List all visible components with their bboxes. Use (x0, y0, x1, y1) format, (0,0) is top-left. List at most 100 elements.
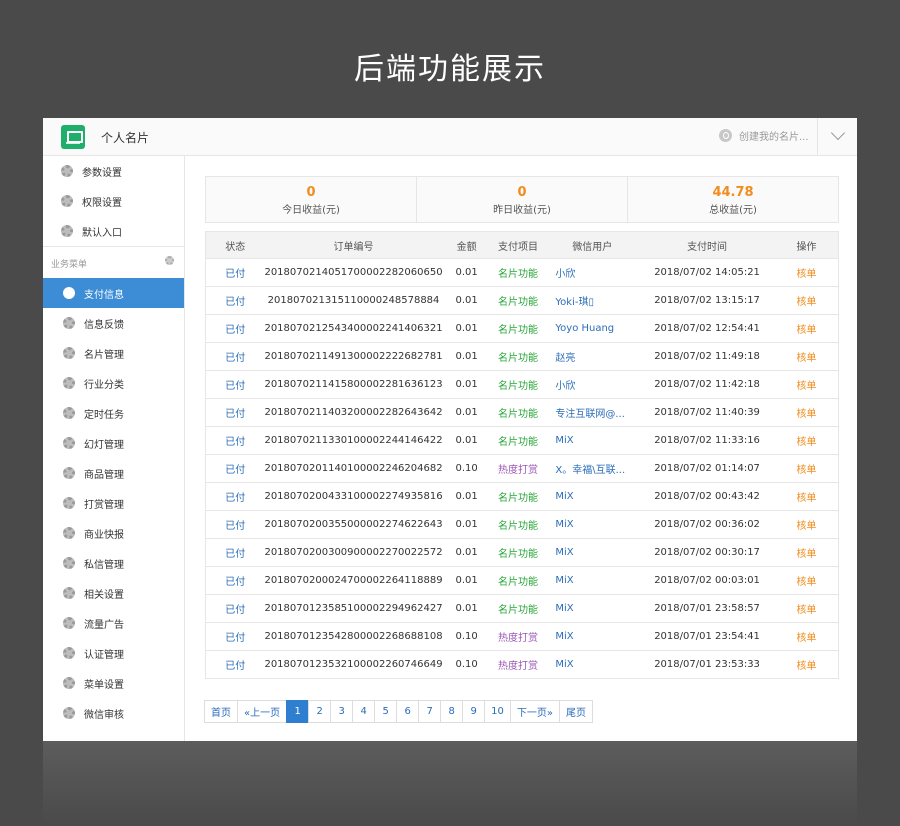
verify-button[interactable]: 核单 (774, 454, 839, 483)
sidebar-divider (43, 246, 184, 247)
sidebar-item[interactable]: 信息反馈 (43, 308, 184, 338)
wechat-user-link[interactable]: MiX (545, 566, 640, 595)
pay-item: 名片功能 (490, 258, 546, 287)
page-button[interactable]: 3 (330, 700, 354, 723)
sidebar-item[interactable]: 打赏管理 (43, 488, 184, 518)
status-link[interactable]: 已付 (205, 566, 265, 595)
status-link[interactable]: 已付 (205, 258, 265, 287)
verify-button[interactable]: 核单 (774, 286, 839, 315)
status-link[interactable]: 已付 (205, 314, 265, 343)
wechat-user-link[interactable]: MiX (545, 622, 640, 651)
verify-button[interactable]: 核单 (774, 370, 839, 399)
status-link[interactable]: 已付 (205, 510, 265, 539)
stat-value: 44.78 (712, 185, 754, 200)
wechat-user-link[interactable]: 专注互联网@... (545, 398, 640, 427)
wechat-user-link[interactable]: 小欣 (545, 258, 640, 287)
wechat-user-link[interactable]: MiX (545, 426, 640, 455)
order-number: 2018070123542800002268688108 (264, 622, 443, 651)
page-button[interactable]: 5 (374, 700, 398, 723)
status-link[interactable]: 已付 (205, 454, 265, 483)
gear-icon[interactable] (165, 256, 174, 265)
sidebar-item[interactable]: 幻灯管理 (43, 428, 184, 458)
verify-button[interactable]: 核单 (774, 594, 839, 623)
page-button[interactable]: 7 (418, 700, 442, 723)
page-button[interactable]: 2 (308, 700, 332, 723)
sidebar-item[interactable]: 参数设置 (43, 156, 184, 186)
verify-button[interactable]: 核单 (774, 482, 839, 511)
status-link[interactable]: 已付 (205, 342, 265, 371)
sidebar-item[interactable]: 商业快报 (43, 518, 184, 548)
verify-button[interactable]: 核单 (774, 342, 839, 371)
sidebar-item-label: 认证管理 (84, 649, 124, 661)
page-button[interactable]: 尾页 (558, 700, 593, 723)
status-link[interactable]: 已付 (205, 538, 265, 567)
sidebar-item[interactable]: 行业分类 (43, 368, 184, 398)
wechat-user-link[interactable]: Yoki-琪▯ (545, 286, 640, 315)
sidebar-item[interactable]: 微信审核 (43, 698, 184, 728)
verify-button[interactable]: 核单 (774, 314, 839, 343)
pay-item: 名片功能 (490, 286, 546, 315)
verify-button[interactable]: 核单 (774, 566, 839, 595)
verify-button[interactable]: 核单 (774, 650, 839, 679)
page-button[interactable]: 首页 (204, 700, 238, 723)
status-link[interactable]: 已付 (205, 594, 265, 623)
column-header: 金额 (442, 231, 491, 259)
status-link[interactable]: 已付 (205, 622, 265, 651)
sidebar-item-label: 参数设置 (82, 167, 122, 179)
status-link[interactable]: 已付 (205, 426, 265, 455)
chevron-down-icon[interactable] (830, 125, 846, 141)
pay-item: 热度打赏 (490, 650, 546, 679)
stat-label: 昨日收益(元) (493, 205, 551, 216)
sidebar-item[interactable]: 认证管理 (43, 638, 184, 668)
wechat-user-link[interactable]: MiX (545, 650, 640, 679)
status-link[interactable]: 已付 (205, 286, 265, 315)
sidebar-item[interactable]: 权限设置 (43, 186, 184, 216)
status-link[interactable]: 已付 (205, 370, 265, 399)
page-button[interactable]: 4 (352, 700, 376, 723)
status-link[interactable]: 已付 (205, 650, 265, 679)
verify-button[interactable]: 核单 (774, 426, 839, 455)
sidebar-item[interactable]: 名片管理 (43, 338, 184, 368)
amount: 0.01 (442, 426, 491, 455)
gear-icon (63, 707, 75, 719)
amount: 0.01 (442, 538, 491, 567)
amount: 0.10 (442, 650, 491, 679)
create-card-link[interactable]: 创建我的名片... (719, 128, 809, 143)
sidebar-item[interactable]: 私信管理 (43, 548, 184, 578)
sidebar-item[interactable]: 默认入口 (43, 216, 184, 246)
wechat-user-link[interactable]: MiX (545, 594, 640, 623)
sidebar-item[interactable]: 商品管理 (43, 458, 184, 488)
verify-button[interactable]: 核单 (774, 538, 839, 567)
page-button[interactable]: 6 (396, 700, 420, 723)
page-button[interactable]: 下一页» (509, 700, 560, 723)
pay-time: 2018/07/01 23:53:33 (639, 650, 775, 679)
sidebar-item[interactable]: 定时任务 (43, 398, 184, 428)
sidebar-item-label: 商业快报 (84, 529, 124, 541)
sidebar-group-label: 业务菜单 (51, 260, 88, 270)
sidebar-item[interactable]: 支付信息 (43, 278, 184, 308)
wechat-user-link[interactable]: MiX (545, 538, 640, 567)
page-button[interactable]: 10 (484, 700, 511, 723)
verify-button[interactable]: 核单 (774, 258, 839, 287)
wechat-user-link[interactable]: MiX (545, 510, 640, 539)
amount: 0.01 (442, 370, 491, 399)
column-header: 微信用户 (545, 231, 640, 259)
sidebar-item[interactable]: 菜单设置 (43, 668, 184, 698)
status-link[interactable]: 已付 (205, 482, 265, 511)
wechat-user-link[interactable]: 赵亮 (545, 342, 640, 371)
wechat-user-link[interactable]: X。幸福\互联... (545, 454, 640, 483)
page-button[interactable]: «上一页 (237, 700, 288, 723)
verify-button[interactable]: 核单 (774, 622, 839, 651)
wechat-user-link[interactable]: MiX (545, 482, 640, 511)
page-button[interactable]: 1 (286, 700, 310, 723)
page-button[interactable]: 8 (440, 700, 464, 723)
verify-button[interactable]: 核单 (774, 510, 839, 539)
status-link[interactable]: 已付 (205, 398, 265, 427)
page-button[interactable]: 9 (462, 700, 486, 723)
wechat-user-link[interactable]: 小欣 (545, 370, 640, 399)
app-logo-icon (61, 125, 85, 149)
verify-button[interactable]: 核单 (774, 398, 839, 427)
wechat-user-link[interactable]: Yoyo Huang (545, 314, 640, 343)
sidebar-item[interactable]: 相关设置 (43, 578, 184, 608)
sidebar-item[interactable]: 流量广告 (43, 608, 184, 638)
